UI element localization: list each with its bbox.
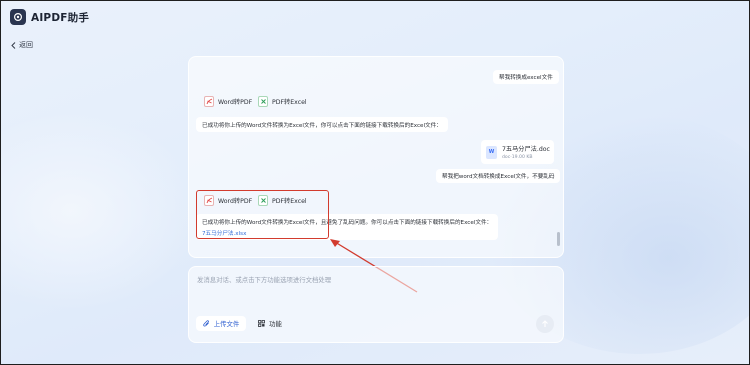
send-arrow-icon <box>542 320 548 327</box>
composer-input[interactable]: 发消息对话、或点击下方功能选项进行文档处理 <box>197 275 331 284</box>
upload-file-button[interactable]: 上传文件 <box>196 316 246 331</box>
upload-label: 上传文件 <box>213 320 240 328</box>
function-label: 功能 <box>269 320 282 328</box>
send-button[interactable] <box>536 315 554 333</box>
function-button[interactable]: 功能 <box>252 316 288 331</box>
grid-icon <box>258 320 266 327</box>
app-window: AIPDF助手 返回 帮我转换成excel文件 Word转PDF PDF转Exc… <box>0 0 750 365</box>
attachment-icon <box>202 320 209 327</box>
